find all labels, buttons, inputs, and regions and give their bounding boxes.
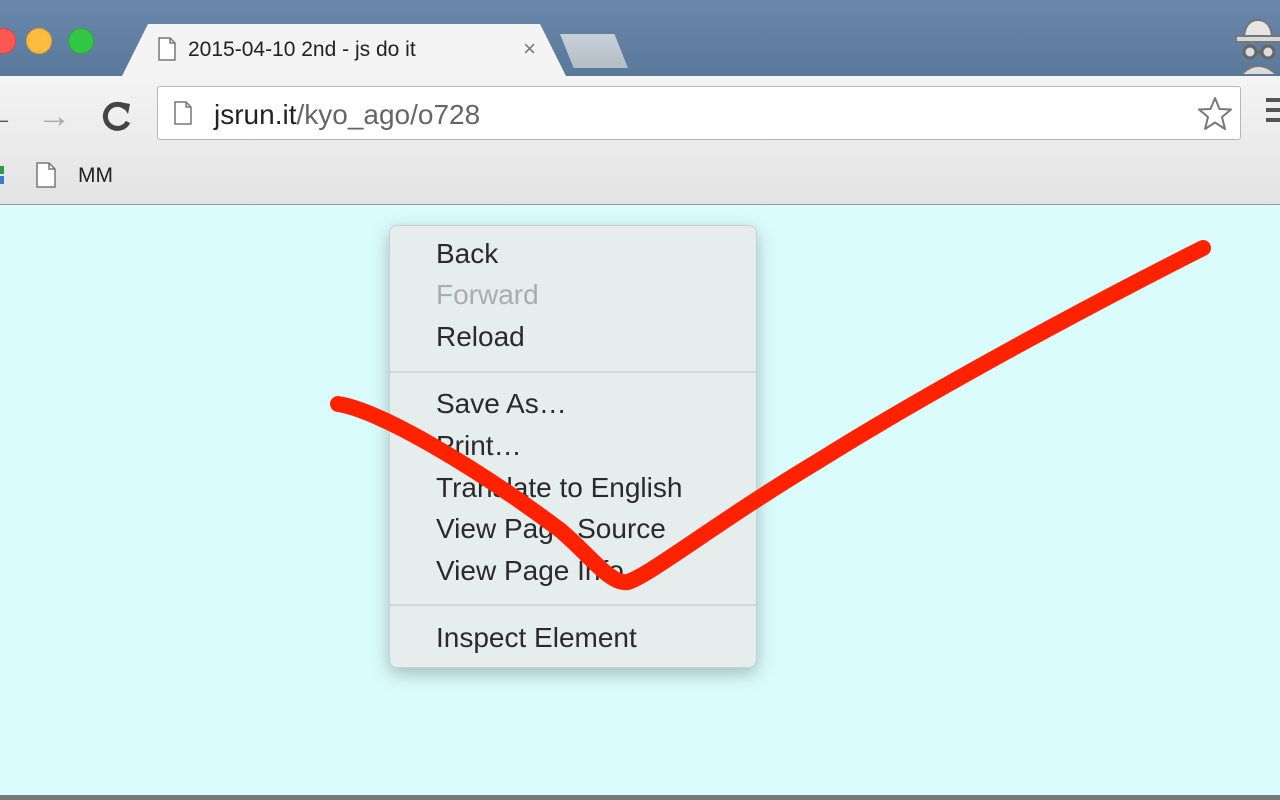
url-host: jsrun.it bbox=[214, 99, 297, 130]
address-bar[interactable]: jsrun.it/kyo_ago/o728 bbox=[157, 86, 1241, 140]
back-button[interactable]: ← bbox=[0, 96, 18, 136]
menu-item-forward: Forward bbox=[436, 279, 539, 310]
new-tab-button[interactable] bbox=[560, 34, 628, 68]
toolbar: ← → jsrun.it/kyo_ago/o728 MM bbox=[0, 76, 1280, 205]
menu-item-reload[interactable]: Reload bbox=[436, 318, 525, 356]
bookmark-star-icon[interactable] bbox=[1196, 95, 1234, 133]
menu-item-save-as[interactable]: Save As… bbox=[436, 385, 567, 423]
menu-icon[interactable] bbox=[1266, 98, 1280, 128]
menu-item-print[interactable]: Print… bbox=[436, 427, 522, 465]
menu-item-view-page-info[interactable]: View Page Info bbox=[436, 552, 624, 590]
context-menu: Back Forward Reload Save As… Print… Tran… bbox=[389, 225, 757, 668]
tab-close-icon[interactable]: × bbox=[523, 36, 536, 62]
url-path: /kyo_ago/o728 bbox=[296, 99, 481, 130]
reload-button[interactable] bbox=[96, 96, 136, 136]
menu-item-inspect-element[interactable]: Inspect Element bbox=[436, 619, 637, 657]
minimize-window-button[interactable] bbox=[26, 28, 52, 54]
menu-item-translate[interactable]: Translate to English bbox=[436, 469, 682, 507]
page-icon bbox=[174, 101, 192, 125]
menu-item-view-source[interactable]: View Page Source bbox=[436, 510, 666, 548]
active-tab[interactable]: 2015-04-10 2nd - js do it × bbox=[122, 24, 566, 76]
menu-item-back[interactable]: Back bbox=[436, 235, 498, 273]
url-text[interactable]: jsrun.it/kyo_ago/o728 bbox=[214, 99, 480, 131]
page-icon bbox=[36, 162, 56, 188]
zoom-window-button[interactable] bbox=[68, 28, 94, 54]
bookmark-label: MM bbox=[78, 164, 113, 187]
close-window-button[interactable] bbox=[0, 28, 16, 54]
apps-icon[interactable] bbox=[0, 164, 4, 186]
page-icon bbox=[158, 37, 176, 61]
tab-title: 2015-04-10 2nd - js do it bbox=[188, 38, 416, 61]
incognito-icon bbox=[1235, 18, 1280, 74]
menu-separator bbox=[390, 371, 756, 373]
window-bottom-edge bbox=[0, 795, 1280, 800]
forward-button[interactable]: → bbox=[34, 96, 74, 136]
menu-separator bbox=[390, 604, 756, 606]
tab-strip: 2015-04-10 2nd - js do it × bbox=[0, 0, 1280, 76]
